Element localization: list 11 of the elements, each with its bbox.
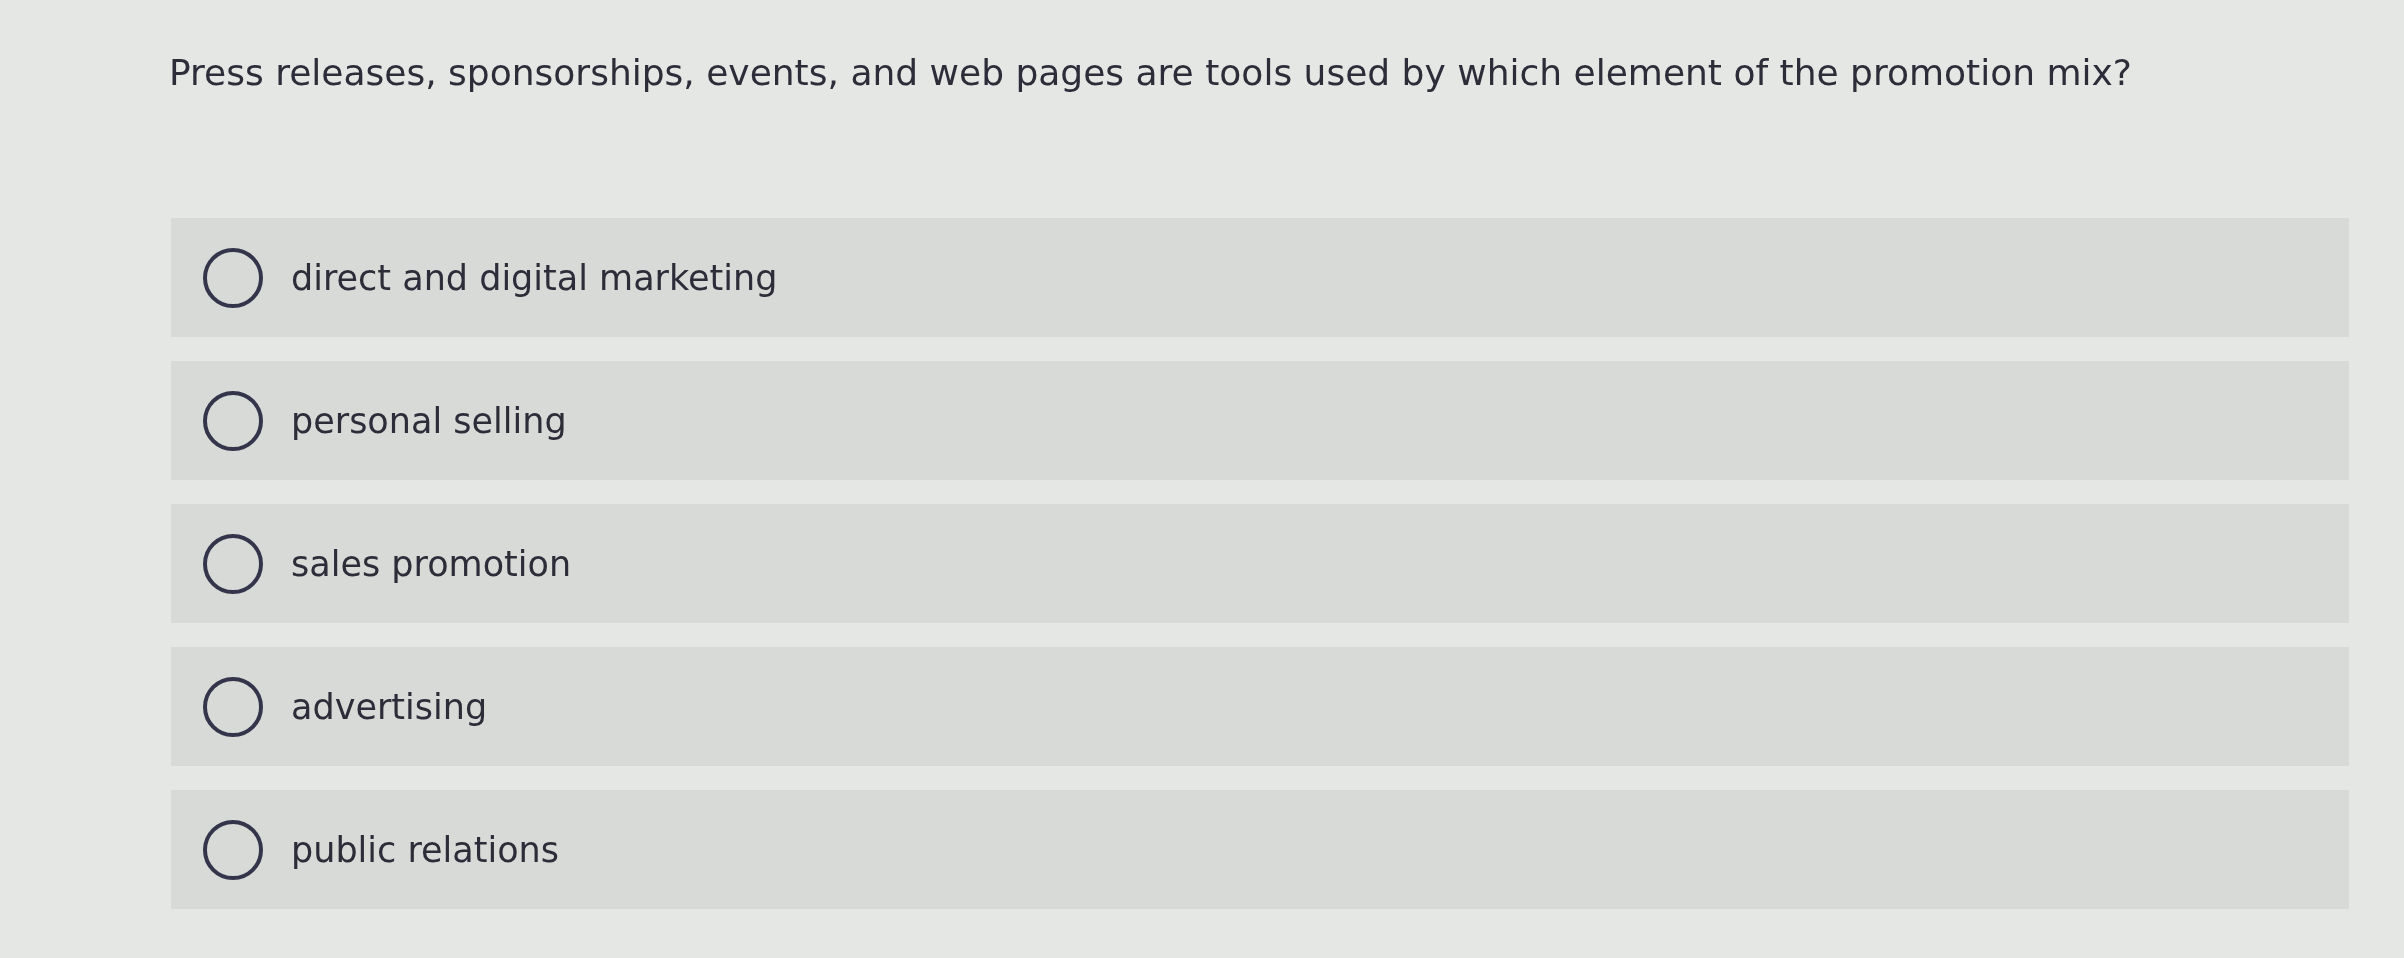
answer-option[interactable]: public relations [171,790,2349,909]
radio-icon[interactable] [203,247,263,308]
radio-icon[interactable] [203,533,263,594]
answer-option[interactable]: sales promotion [171,504,2349,623]
radio-icon[interactable] [203,819,263,880]
answer-option[interactable]: advertising [171,647,2349,766]
radio-icon[interactable] [203,390,263,451]
question-text: Press releases, sponsorships, events, and web pages are tools used by which element of the promotion mix? [169,51,2133,95]
answer-option[interactable]: direct and digital marketing [171,218,2349,337]
radio-icon[interactable] [203,676,263,737]
answer-option[interactable]: personal selling [171,361,2349,480]
